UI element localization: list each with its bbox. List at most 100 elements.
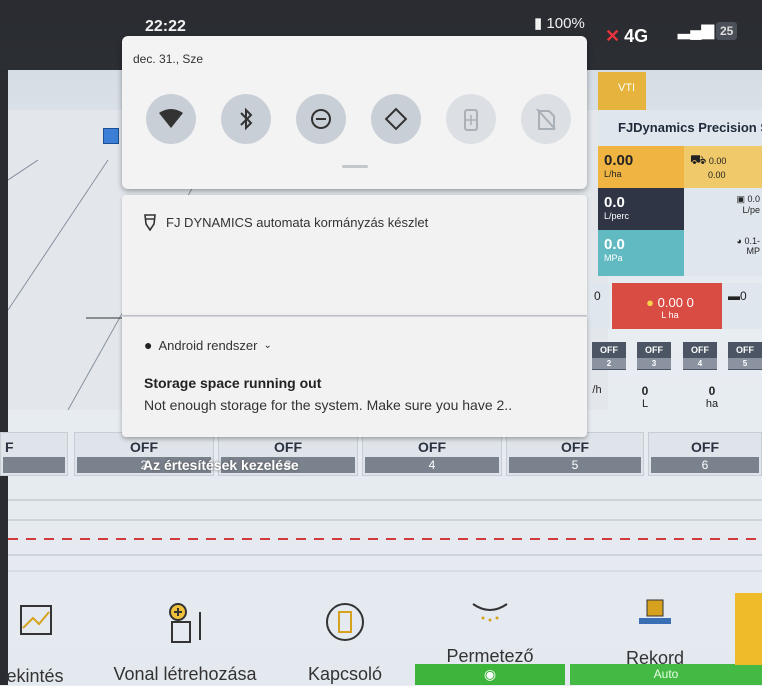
android-system-icon: ● (144, 337, 153, 353)
small-section-5[interactable]: OFF 5 (728, 342, 762, 370)
do-not-disturb-icon (311, 109, 331, 129)
toolbar-create-line[interactable]: Vonal létrehozása (90, 600, 280, 684)
section-button-4[interactable]: OFF 4 (362, 432, 502, 476)
signal-indicator: ▂▄▆ 25 (678, 20, 738, 40)
target-rate-sub: 0.00 (708, 170, 726, 180)
small-section-num: 4 (683, 358, 717, 369)
notification-app-name: Android rendszer (158, 337, 258, 353)
section-button-6[interactable]: OFF 6 (648, 432, 762, 476)
sprayer-icon (472, 603, 508, 622)
pressure-unit: MPa (604, 253, 623, 263)
volume-right-value: 0 (740, 289, 747, 303)
notification-title: Storage space running out (144, 375, 322, 391)
section-label: OFF (691, 439, 719, 455)
record-icon (639, 599, 671, 624)
qs-expand-handle[interactable] (342, 165, 368, 168)
section-num: 6 (651, 457, 759, 473)
qs-date: dec. 31., Sze (133, 52, 204, 66)
rate-value: 0.00 (604, 152, 634, 169)
view-icon (20, 605, 52, 635)
dnd-tile[interactable] (296, 94, 346, 144)
signal-badge: 25 (715, 21, 738, 40)
flow-value: 0.0 (604, 194, 625, 211)
notification-body: Not enough storage for the system. Make … (144, 397, 513, 413)
no-sim-icon (536, 108, 556, 130)
sim-tile[interactable] (521, 94, 571, 144)
volume-value: 0.00 0 (657, 295, 694, 310)
volume-cell[interactable]: ● 0.00 0 L ha (612, 283, 722, 329)
stat-unit: /h (592, 384, 602, 396)
stat-value: 0 (641, 384, 649, 398)
toolbar-create-line-label: Vonal létrehozása (113, 664, 257, 684)
small-section-num: 5 (728, 358, 762, 369)
small-section-4[interactable]: OFF 4 (683, 342, 717, 370)
vti-tab[interactable]: VTI (598, 72, 646, 110)
section-num (3, 457, 65, 473)
stat-value: 0 (708, 384, 716, 398)
rate-unit: L/ha (604, 169, 622, 179)
no-data-icon: ✕ (605, 26, 621, 46)
volume-units: L ha (661, 310, 679, 320)
battery-saver-tile[interactable] (446, 94, 496, 144)
battery-indicator: ▮ 100% (534, 15, 585, 32)
small-section-label: OFF (691, 345, 709, 355)
stat-area: 0 ha (697, 384, 727, 410)
stat-liters: 0L (630, 384, 660, 410)
stat-unit: ha (705, 398, 719, 410)
flow-icon: ▣ (736, 194, 745, 204)
flow2-value: 0.0 (747, 194, 760, 204)
pressure2-cell[interactable]: ◕ 0.1- MP (684, 230, 762, 276)
notification-android-system[interactable]: ● Android rendszer ⌄ Storage space runni… (122, 316, 587, 437)
small-section-2[interactable]: OFF 2 (592, 342, 626, 370)
toolbar-sprayer[interactable]: Permetező (425, 598, 555, 666)
stat-unit: L (641, 398, 649, 410)
toolbar-view[interactable]: ekintés (0, 600, 70, 686)
record-auto-bar[interactable]: Auto (570, 664, 762, 685)
bluetooth-tile[interactable] (221, 94, 271, 144)
notification-fj-dynamics[interactable]: FJ DYNAMICS automata kormányzás készlet (122, 195, 587, 315)
status-time: 22:22 (145, 18, 186, 35)
section-button-5[interactable]: OFF 5 (506, 432, 644, 476)
notification-fj-title: FJ DYNAMICS automata kormányzás készlet (166, 215, 429, 230)
toolbar-record[interactable]: Rekord (600, 598, 710, 668)
flow2-cell[interactable]: ▣ 0.0 L/pe (684, 188, 762, 230)
wifi-icon (159, 109, 183, 128)
manage-notifications-button[interactable]: Az értesítések kezelése (143, 457, 299, 473)
section-num: 4 (365, 457, 499, 473)
auto-rotate-tile[interactable] (371, 94, 421, 144)
wifi-tile[interactable] (146, 94, 196, 144)
notification-header[interactable]: ● Android rendszer ⌄ (144, 337, 272, 353)
target-icon: ⛟ (690, 152, 707, 167)
toolbar-sprayer-label: Permetező (446, 646, 534, 666)
switch-icon (326, 603, 364, 641)
network-type: 4G (624, 26, 649, 46)
pressure2-unit: MP (746, 246, 761, 256)
create-line-icon (169, 603, 201, 643)
volume-right-icon: ▬ (728, 289, 740, 303)
flow2-unit: L/pe (742, 205, 760, 215)
pressure-cell[interactable]: 0.0 MPa (598, 230, 684, 276)
toolbar-view-label: ekintés (6, 666, 64, 686)
target-rate-cell[interactable]: ⛟ 0.00 0.00 (684, 146, 762, 188)
rate-cell[interactable]: 0.00 L/ha (598, 146, 684, 188)
signal-bars-icon: ▂▄▆ (678, 22, 714, 39)
panel-title: FJDynamics Precision S (598, 110, 762, 146)
section-label: F (5, 439, 14, 455)
toolbar-switch[interactable]: Kapcsoló (290, 600, 400, 684)
side-tab[interactable] (735, 593, 762, 665)
small-section-num: 3 (637, 358, 671, 369)
section-button-1[interactable]: F (0, 432, 68, 476)
small-section-label: OFF (736, 345, 754, 355)
map-checkbox[interactable] (103, 128, 119, 144)
small-section-3[interactable]: OFF 3 (637, 342, 671, 370)
sprayer-visibility-bar[interactable]: ◉ (415, 664, 565, 685)
eye-icon: ◉ (483, 666, 497, 682)
flow-cell[interactable]: 0.0 L/perc (598, 188, 684, 230)
volume-left-value: 0 (594, 289, 601, 303)
chevron-down-icon[interactable]: ⌄ (263, 340, 271, 351)
volume-right-cell: ▬0 (722, 283, 762, 329)
toolbar-switch-label: Kapcsoló (307, 664, 383, 684)
tank-icon: ● (646, 295, 655, 310)
flow-unit: L/perc (604, 211, 630, 221)
bluetooth-icon (240, 107, 253, 131)
